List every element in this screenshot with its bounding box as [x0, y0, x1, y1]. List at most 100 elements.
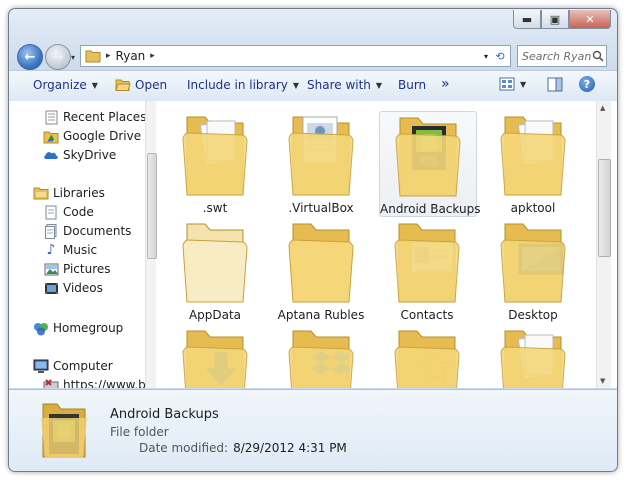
- folder-icon: [500, 223, 566, 303]
- include-in-library-menu[interactable]: Include in library ▼: [187, 78, 299, 92]
- sidebar-item-label: Videos: [63, 281, 103, 295]
- sidebar-item-label: Google Drive: [63, 129, 142, 143]
- sidebar-item-label: Pictures: [63, 262, 111, 276]
- open-button[interactable]: Open: [115, 78, 167, 92]
- folder-name: Desktop: [508, 308, 558, 322]
- sidebar-item-label: Computer: [53, 359, 113, 373]
- forward-arrow-icon: →: [52, 49, 64, 65]
- breadcrumb-ryan[interactable]: Ryan: [116, 49, 146, 63]
- breadcrumb-separator[interactable]: ▸: [106, 51, 111, 61]
- recent-pages-dropdown[interactable]: ▾: [71, 53, 75, 62]
- refresh-icon: ⟲: [495, 49, 505, 63]
- refresh-button[interactable]: ⟲: [490, 45, 511, 67]
- folder-icon: [394, 330, 460, 388]
- share-with-menu[interactable]: Share with ▼: [307, 78, 382, 92]
- organize-label: Organize: [33, 78, 87, 92]
- burn-button[interactable]: Burn: [398, 78, 426, 92]
- sidebar-item-documents[interactable]: Documents: [43, 223, 131, 239]
- navigation-pane-scrollbar[interactable]: [145, 101, 157, 388]
- pictures-icon: [43, 261, 59, 277]
- caption-buttons: ▬ ▣ ✕: [513, 10, 611, 29]
- folder-icon: [394, 223, 460, 303]
- sidebar-item-label: Music: [63, 243, 98, 257]
- help-button[interactable]: ?: [579, 76, 595, 92]
- folder-item[interactable]: [485, 325, 581, 388]
- folder-name: Android Backups: [380, 202, 481, 216]
- change-view-button[interactable]: ▼: [499, 77, 526, 91]
- details-date-row: Date modified: 8/29/2012 4:31 PM: [139, 441, 347, 455]
- more-commands-button[interactable]: »: [441, 76, 450, 92]
- sidebar-item-homegroup[interactable]: Homegroup: [33, 320, 123, 336]
- folder-name: Contacts: [400, 308, 454, 322]
- navigation-bar: ← → ▾ ▸ Ryan ▸ ▾ ⟲: [9, 42, 617, 70]
- search-box[interactable]: [517, 45, 607, 67]
- magnifier-icon[interactable]: [592, 50, 604, 62]
- scroll-down-arrow-icon[interactable]: ▼: [600, 377, 605, 385]
- sidebar-item-label: Homegroup: [53, 321, 124, 335]
- sidebar-item-label: Recent Places: [63, 110, 145, 124]
- chevron-down-icon: ▼: [91, 80, 98, 90]
- sidebar-item-pictures[interactable]: Pictures: [43, 261, 111, 277]
- maximize-button[interactable]: ▣: [541, 10, 569, 29]
- folder-item[interactable]: [167, 325, 263, 388]
- folder-item[interactable]: apktool: [485, 111, 581, 215]
- back-arrow-icon: ←: [24, 49, 36, 65]
- folder-name: Aptana Rubles: [277, 308, 365, 322]
- chevron-down-icon[interactable]: ▼: [520, 80, 526, 89]
- sidebar-item-google-drive[interactable]: Google Drive: [43, 128, 141, 144]
- music-icon: ♪: [46, 242, 56, 258]
- file-list-scrollbar[interactable]: ▲ ▼: [596, 101, 611, 388]
- open-label: Open: [135, 78, 168, 92]
- sidebar-item-music[interactable]: ♪ Music: [43, 242, 98, 258]
- sidebar-item-code[interactable]: Code: [43, 204, 94, 220]
- organize-menu[interactable]: Organize ▼: [33, 78, 98, 92]
- computer-icon: [33, 358, 49, 374]
- navigation-pane: Recent Places Google Drive SkyDrive Libr…: [9, 101, 145, 388]
- scrollbar-thumb[interactable]: [147, 153, 157, 259]
- details-type: File folder: [110, 425, 169, 439]
- folder-icon: [288, 116, 354, 196]
- sidebar-item-label: Documents: [63, 224, 132, 238]
- address-bar[interactable]: ▸ Ryan ▸ ▾: [80, 45, 493, 67]
- sidebar-item-skydrive[interactable]: SkyDrive: [43, 147, 116, 163]
- folder-item[interactable]: Desktop: [485, 218, 581, 322]
- forward-button[interactable]: →: [45, 44, 71, 70]
- folder-item[interactable]: [273, 325, 369, 388]
- folder-icon: [395, 117, 461, 197]
- network-drive-icon: [43, 377, 59, 388]
- chevron-down-icon: ▼: [375, 80, 383, 90]
- details-pane: Android Backups File folder Date modifie…: [9, 389, 617, 471]
- scrollbar-thumb[interactable]: [598, 159, 611, 257]
- open-folder-icon: [115, 78, 131, 92]
- folder-item[interactable]: Android Backups: [379, 111, 481, 217]
- sidebar-item-label: SkyDrive: [63, 148, 117, 162]
- sidebar-item-label: Code: [63, 205, 94, 219]
- search-input[interactable]: [518, 49, 592, 63]
- skydrive-icon: [43, 147, 59, 163]
- close-button[interactable]: ✕: [569, 10, 611, 29]
- include-in-library-label: Include in library: [187, 78, 288, 92]
- details-name: Android Backups: [110, 407, 219, 422]
- command-bar: Organize ▼ Open Include in library ▼ Share…: [9, 70, 617, 102]
- preview-pane-button[interactable]: [547, 77, 563, 92]
- folder-item[interactable]: .swt: [167, 111, 263, 215]
- folder-icon: [182, 223, 248, 303]
- sidebar-item-recent-places[interactable]: Recent Places: [43, 109, 145, 125]
- address-history-dropdown[interactable]: ▾: [484, 52, 488, 61]
- minimize-button[interactable]: ▬: [513, 10, 541, 29]
- selected-folder-icon: [39, 400, 89, 463]
- sidebar-item-network-drive[interactable]: https://www.bo: [43, 377, 145, 388]
- folder-item[interactable]: .VirtualBox: [273, 111, 369, 215]
- sidebar-item-libraries[interactable]: Libraries: [33, 185, 105, 201]
- breadcrumb-separator[interactable]: ▸: [150, 51, 155, 61]
- folder-item[interactable]: Contacts: [379, 218, 475, 322]
- sidebar-item-computer[interactable]: Computer: [33, 358, 113, 374]
- burn-label: Burn: [398, 78, 427, 92]
- scroll-up-arrow-icon[interactable]: ▲: [600, 104, 605, 112]
- folder-item[interactable]: AppData: [167, 218, 263, 322]
- sidebar-item-videos[interactable]: Videos: [43, 280, 103, 296]
- folder-item[interactable]: Aptana Rubles: [273, 218, 369, 322]
- share-with-label: Share with: [307, 78, 371, 92]
- folder-item[interactable]: [379, 325, 475, 388]
- back-button[interactable]: ←: [17, 44, 43, 70]
